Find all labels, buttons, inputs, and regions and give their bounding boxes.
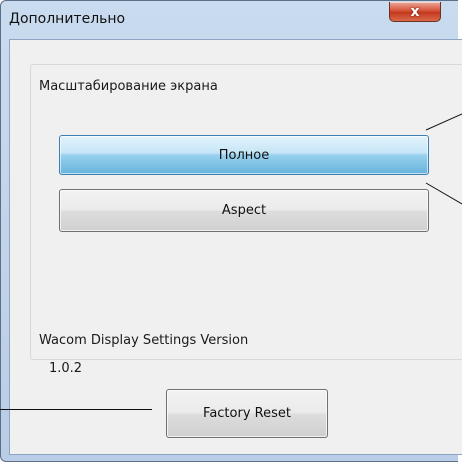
advanced-dialog-window: Дополнительно x Масштабирование экрана П… bbox=[0, 0, 462, 462]
callout-line-reset bbox=[0, 409, 152, 410]
factory-reset-label: Factory Reset bbox=[203, 406, 291, 421]
factory-reset-button[interactable]: Factory Reset bbox=[166, 389, 328, 438]
screen-scaling-group: Масштабирование экрана Полное Aspect Wac… bbox=[30, 64, 462, 376]
close-button[interactable]: x bbox=[389, 2, 441, 22]
scaling-aspect-button[interactable]: Aspect bbox=[59, 189, 429, 232]
scaling-full-button[interactable]: Полное bbox=[59, 135, 429, 175]
dialog-client-area: Масштабирование экрана Полное Aspect Wac… bbox=[9, 39, 462, 455]
scaling-full-label: Полное bbox=[218, 147, 270, 163]
window-title: Дополнительно bbox=[9, 11, 126, 27]
close-icon: x bbox=[410, 3, 420, 20]
screen-scaling-label: Масштабирование экрана bbox=[39, 79, 218, 94]
version-label: Wacom Display Settings Version bbox=[39, 333, 249, 348]
version-value: 1.0.2 bbox=[49, 361, 83, 376]
scaling-aspect-label: Aspect bbox=[221, 203, 267, 218]
title-bar[interactable]: Дополнительно x bbox=[1, 1, 458, 39]
